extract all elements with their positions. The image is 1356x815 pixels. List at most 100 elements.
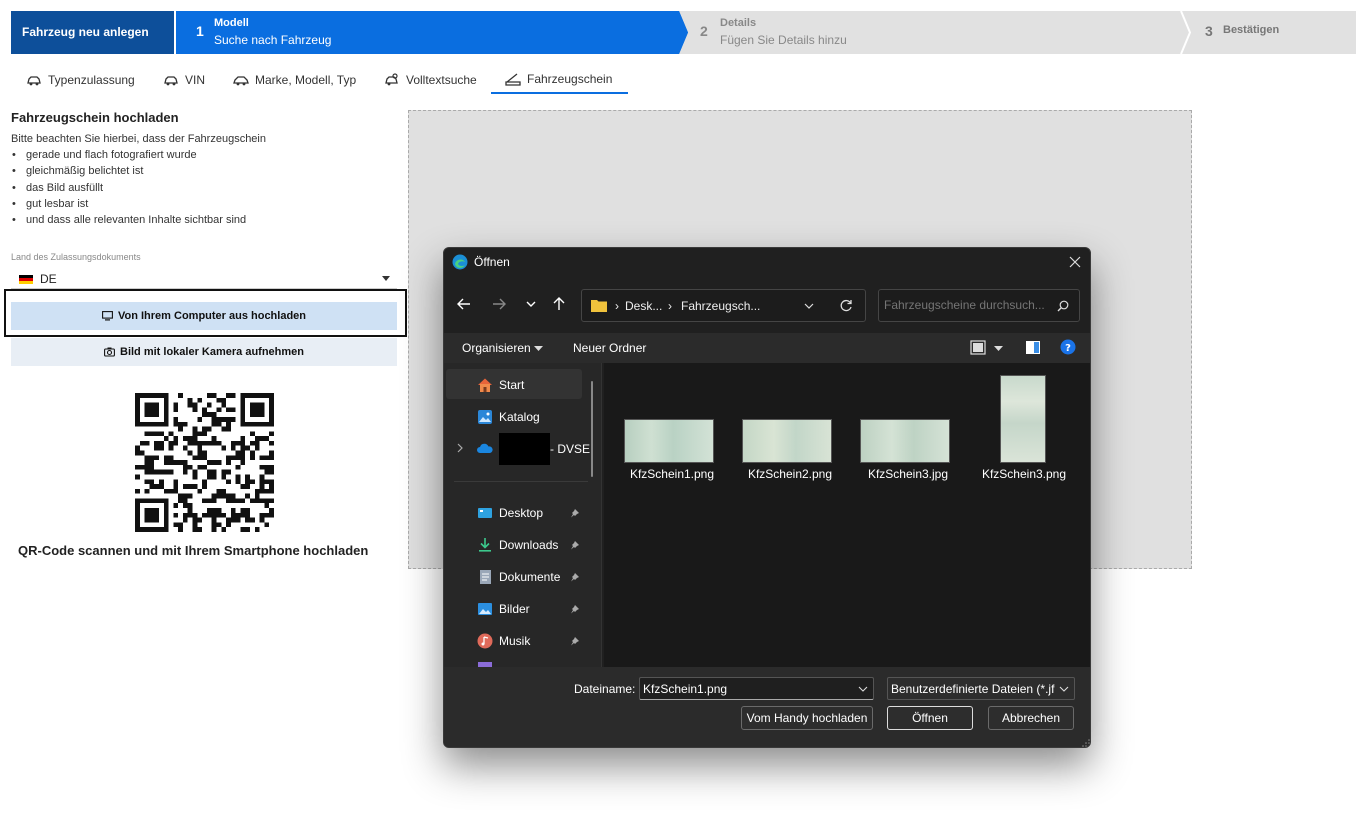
caret-down-icon[interactable] [994,346,1003,351]
filename-label: Dateiname: [574,682,636,696]
german-flag-icon [19,275,33,284]
gallery-icon [478,410,492,424]
preview-pane-icon[interactable] [1025,340,1041,355]
nav-item-musik[interactable]: Musik [477,626,530,656]
step-sublabel: Fügen Sie Details hinzu [720,33,847,47]
open-button[interactable]: Öffnen [887,706,973,730]
pin-icon[interactable] [570,604,580,614]
upload-hints: Bitte beachten Sie hierbei, dass der Fah… [11,131,266,228]
address-bar[interactable]: › Desk... › Fahrzeugsch... [581,289,866,322]
chevron-down-icon[interactable] [804,302,814,310]
filename-input[interactable] [643,682,843,696]
upload-from-computer-button[interactable]: Von Ihrem Computer aus hochladen [11,302,397,330]
help-icon[interactable]: ? [1060,339,1076,355]
tab-marke-modell-typ[interactable]: Marke, Modell, Typ [233,66,356,94]
hint-item: gerade und flach fotografiert wurde [11,147,266,163]
pin-icon[interactable] [570,572,580,582]
up-arrow-icon[interactable] [551,296,567,312]
hint-item: gut lesbar ist [11,196,266,212]
qr-code [135,393,274,532]
organize-menu[interactable]: Organisieren [462,341,531,355]
svg-text:?: ? [1065,343,1071,354]
chevron-down-icon[interactable] [858,686,868,692]
desktop-icon [478,508,492,518]
breadcrumb-separator: › [615,299,619,313]
step-modell[interactable]: 1 Modell Suche nach Fahrzeug [176,11,688,54]
home-icon [478,378,492,392]
onedrive-icon [477,443,493,453]
step-label: Modell [214,17,249,29]
file-thumbnail [624,419,714,463]
breadcrumb-item[interactable]: Fahrzeugsch... [681,299,760,313]
pin-icon[interactable] [570,636,580,646]
step-number: 3 [1205,23,1213,39]
cancel-button[interactable]: Abbrechen [988,706,1074,730]
nav-item-label: Musik [499,634,531,648]
camera-capture-button[interactable]: Bild mit lokaler Kamera aufnehmen [11,338,397,366]
country-label: Land des Zulassungsdokuments [11,252,141,262]
redacted-account-name [499,433,550,465]
tab-volltextsuche[interactable]: Volltextsuche [384,66,477,94]
folder-icon [591,300,607,312]
dialog-navbar: › Desk... › Fahrzeugsch... [444,284,1090,324]
hint-item: und dass alle relevanten Inhalte sichtba… [11,212,266,228]
filetype-value: Benutzerdefinierte Dateien (*.jfi [891,682,1055,696]
close-icon[interactable] [1066,253,1084,271]
nav-item-bilder[interactable]: Bilder [477,594,530,624]
caret-down-icon [534,346,543,351]
step-details[interactable]: 2 Details Fügen Sie Details hinzu [690,11,1202,54]
hint-item: gleichmäßig belichtet ist [11,163,266,179]
back-arrow-icon[interactable] [456,296,472,312]
file-name: KfzSchein2.png [747,467,833,481]
document-icon [480,570,491,584]
nav-item-dokumente[interactable]: Dokumente [477,562,560,592]
pin-icon[interactable] [570,508,580,518]
nav-item-label: Start [499,378,525,392]
pin-icon[interactable] [570,540,580,550]
nav-item-start[interactable]: Start [477,370,524,400]
upload-title: Fahrzeugschein hochladen [11,110,179,125]
search-input[interactable] [884,298,1054,312]
view-mode-icon[interactable] [970,340,986,355]
chevron-right-icon[interactable] [456,443,464,453]
search-box[interactable] [878,289,1080,322]
file-thumbnail [860,419,950,463]
new-folder-button[interactable]: Neuer Ordner [573,341,646,355]
monitor-icon [102,311,113,321]
nav-scrollbar[interactable] [591,381,593,477]
upload-from-phone-button[interactable]: Vom Handy hochladen [741,706,873,730]
refresh-icon[interactable] [839,299,853,313]
tab-label: Volltextsuche [406,73,477,87]
tab-fahrzeugschein[interactable]: Fahrzeugschein [491,66,628,94]
breadcrumb-item[interactable]: Desk... [625,299,662,313]
step-number: 1 [196,23,204,39]
filename-field[interactable] [639,677,874,700]
tab-label: Fahrzeugschein [527,72,613,86]
nav-item-label: Downloads [499,538,559,552]
edge-browser-icon [452,254,468,270]
chevron-down-icon[interactable] [523,296,539,312]
music-icon [477,633,493,649]
filetype-select[interactable]: Benutzerdefinierte Dateien (*.jfi [887,677,1075,700]
nav-item-downloads[interactable]: Downloads [477,530,558,560]
country-value: DE [40,272,57,286]
download-icon [479,538,491,552]
country-select[interactable]: DE [11,265,397,289]
nav-separator [454,481,588,482]
nav-item-katalog[interactable]: Katalog [477,402,540,432]
car-search-icon [385,73,398,86]
pictures-icon [478,603,492,615]
car-icon [233,76,249,86]
file-name: KfzSchein3.png [981,467,1067,481]
nav-item-onedrive[interactable]: - DVSE [477,433,591,465]
tab-vin[interactable]: VIN [163,66,205,94]
hint-item: das Bild ausfüllt [11,180,266,196]
breadcrumb-separator: › [668,299,672,313]
nav-item-desktop[interactable]: Desktop [477,498,543,528]
resize-grip-icon[interactable] [1082,739,1090,747]
file-open-dialog: Öffnen › Desk... › Fahrzeugsch... Organi… [443,247,1091,748]
forward-arrow-icon[interactable] [491,296,507,312]
tab-typenzulassung[interactable]: Typenzulassung [26,66,135,94]
nav-item-label: - DVSE [550,442,591,456]
step-bestaetigen[interactable]: 3 Bestätigen [1193,11,1356,54]
